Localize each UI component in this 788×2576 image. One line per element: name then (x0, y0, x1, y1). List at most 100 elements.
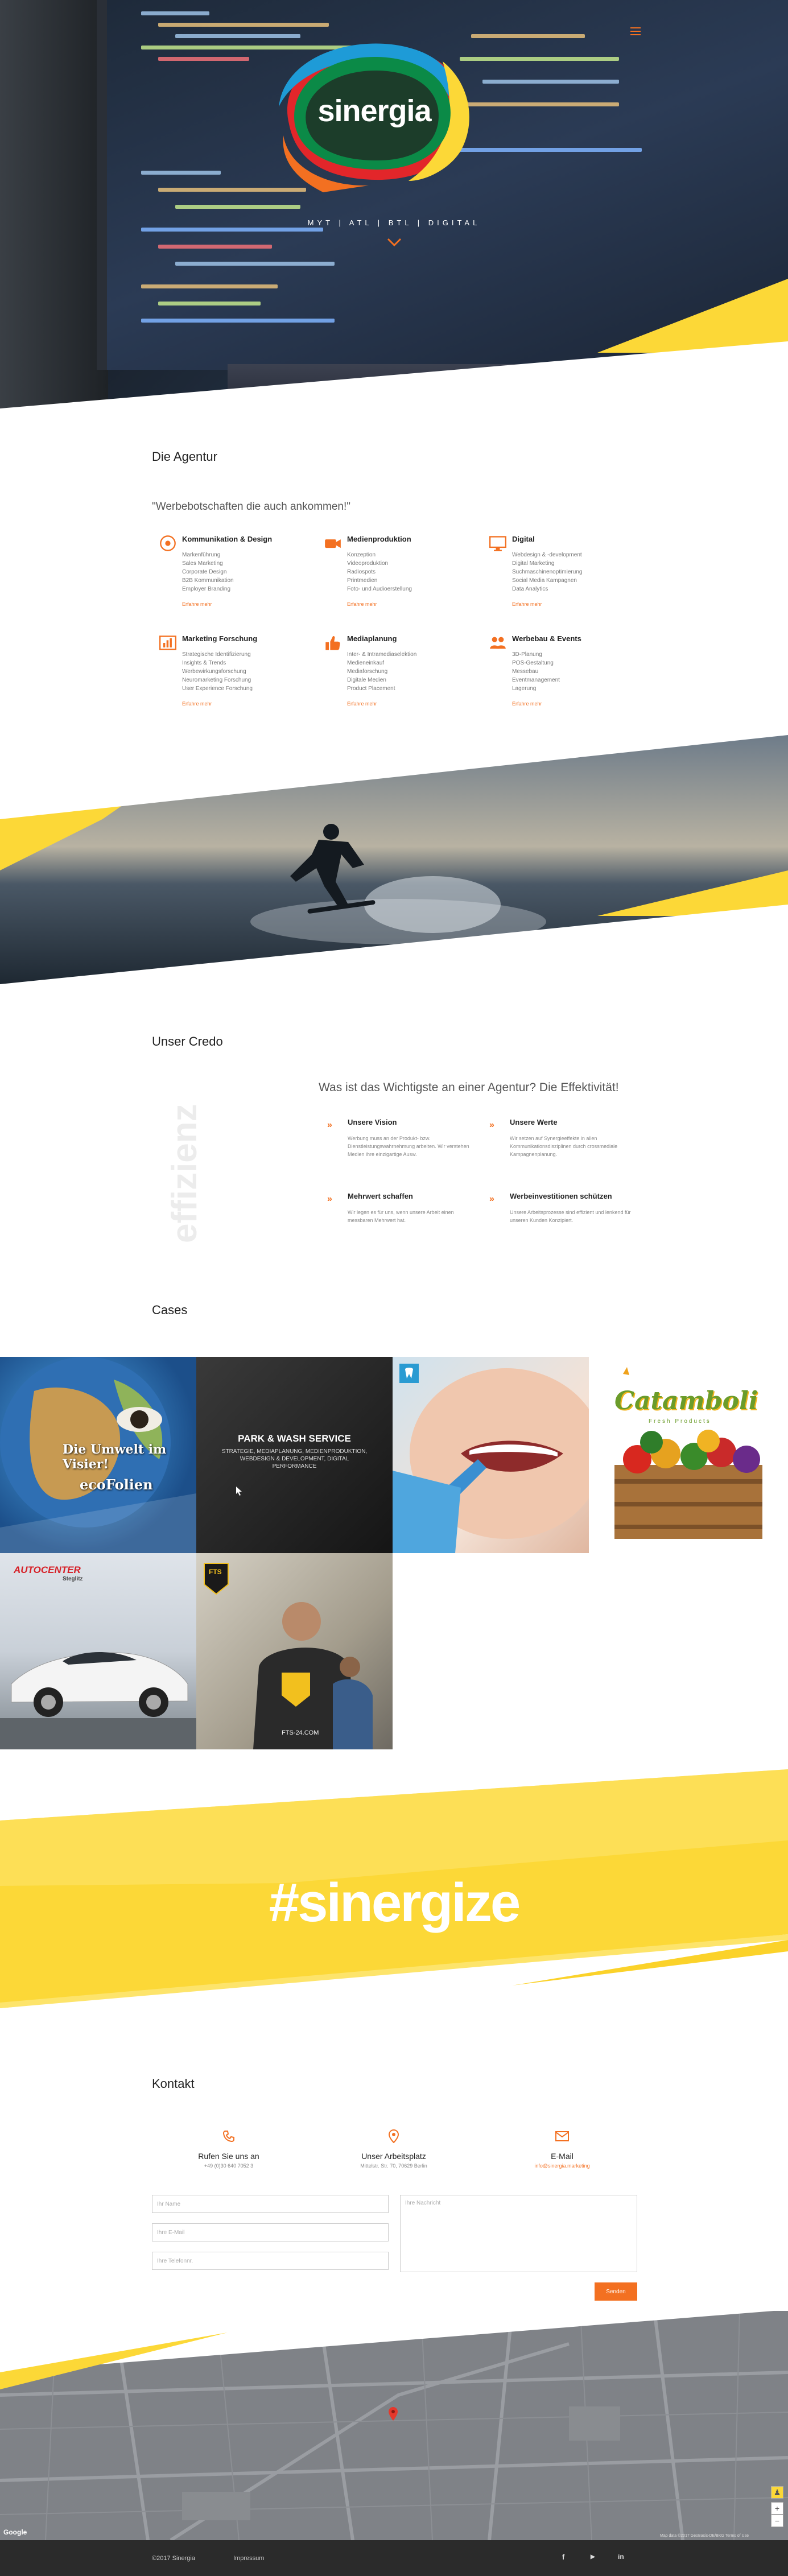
email-field[interactable] (152, 2223, 389, 2241)
facebook-icon[interactable]: f (562, 2553, 564, 2561)
service-item: User Experience Forschung (182, 686, 253, 692)
case-ecofolien-brand: ecoFolien (80, 1476, 153, 1493)
service-title: Marketing Forschung (182, 634, 258, 643)
service-item: Insights & Trends (182, 660, 226, 666)
service-item: Inter- & Intramediaselektion (347, 651, 417, 658)
kontakt-title: Kontakt (152, 2077, 195, 2091)
case-fts[interactable]: FTS FTS-24.COM (196, 1553, 393, 1749)
service-list: Markenführung Sales Marketing Corporate De… (182, 551, 307, 593)
contact-address-value: Mittelstr. Str. 70, 70629 Berlin (360, 2163, 427, 2169)
chevron-down-icon[interactable] (387, 238, 402, 247)
service-item: Messebau (512, 668, 539, 675)
map-terms[interactable]: Map data ©2017 GeoBasis-DE/BKG Terms of … (660, 2534, 749, 2538)
service-more-link[interactable]: Erfahre mehr (182, 601, 307, 607)
service-item: Videoproduktion (347, 560, 389, 567)
service-card: Mediaplanung Inter- & Intramediaselektion… (324, 634, 472, 707)
credo-value-text: Werbung muss an der Produkt- bzw. Dienst… (348, 1136, 469, 1157)
service-more-link[interactable]: Erfahre mehr (347, 701, 472, 707)
thumbs-up-icon (325, 636, 340, 650)
map-pin-icon (388, 2129, 399, 2143)
service-card: Kommunikation & Design Markenführung Sales… (159, 535, 307, 607)
service-list: Webdesign & -development Digital Marketin… (512, 551, 637, 593)
case-autocenter[interactable]: AUTOCENTER Steglitz (0, 1553, 196, 1749)
service-item: Digitale Medien (347, 677, 386, 683)
service-item: Eventmanagement (512, 677, 560, 683)
service-more-link[interactable]: Erfahre mehr (512, 701, 637, 707)
street-view-icon[interactable]: ♟ (771, 2486, 783, 2499)
sports-car-image (0, 1652, 196, 1749)
double-chevron-icon: » (327, 1194, 332, 1204)
service-title: Mediaplanung (347, 634, 397, 643)
surfer-banner-image (0, 734, 788, 984)
people-icon (490, 637, 506, 649)
service-item: Social Media Kampagnen (512, 577, 577, 584)
contact-address[interactable]: Unser Arbeitsplatz Mittelstr. Str. 70, 7… (325, 2128, 462, 2169)
zoom-out-button[interactable]: − (771, 2515, 783, 2527)
fts-team-image (204, 1563, 373, 1749)
case-fts-url: FTS-24.COM (282, 1729, 319, 1736)
service-card: Marketing Forschung Strategische Identifi… (159, 634, 307, 707)
case-park-wash-services: STRATEGIE, MEDIAPLANUNG, MEDIENPRODUKTIO… (221, 1448, 368, 1469)
case-ecofolien[interactable]: Die Umwelt im Visier! ecoFolien (0, 1357, 196, 1553)
contact-phone[interactable]: Rufen Sie uns an +49 (0)30 640 7052 3 (160, 2128, 297, 2169)
service-item: 3D-Planung (512, 651, 542, 658)
service-item: Sales Marketing (182, 560, 223, 567)
service-item: Product Placement (347, 686, 395, 692)
footer: ©2017 Sinergia Impressum f ▶ in (0, 2540, 788, 2576)
map-zoom-control[interactable]: ♟ + − (771, 2486, 783, 2527)
service-item: Werbewirkungsforschung (182, 668, 246, 675)
contact-email[interactable]: E-Mail info@sinergia.marketing (494, 2128, 630, 2169)
brand-name: sinergia (317, 94, 431, 128)
linkedin-icon[interactable]: in (618, 2553, 624, 2561)
service-item: Suchmaschinenoptimierung (512, 569, 583, 575)
contact-email-title: E-Mail (551, 2152, 574, 2161)
service-list: 3D-Planung POS-Gestaltung Messebau Eventman… (512, 650, 637, 693)
bar-chart-icon (159, 635, 176, 650)
map-marker-icon[interactable] (388, 2406, 398, 2421)
service-item: Webdesign & -development (512, 552, 582, 558)
service-item: B2B Kommunikation (182, 577, 234, 584)
send-button[interactable]: Senden (595, 2282, 637, 2301)
case-zahnarzt[interactable] (393, 1357, 589, 1553)
service-item: POS-Gestaltung (512, 660, 554, 666)
case-catamboli[interactable]: Catamboli Fresh Products (592, 1357, 788, 1553)
phone-icon (222, 2131, 234, 2142)
credo-value-title: Unsere Werte (510, 1118, 558, 1126)
case-fts-brand: FTS (209, 1568, 222, 1576)
credo-value: » Unsere Werte Wir setzen auf Synergieeffe… (489, 1118, 632, 1158)
hamburger-menu-icon[interactable] (630, 27, 641, 35)
service-title: Kommunikation & Design (182, 535, 273, 543)
phone-field[interactable] (152, 2252, 389, 2270)
google-map[interactable] (0, 2310, 788, 2540)
service-item: Radiospots (347, 569, 376, 575)
youtube-icon[interactable]: ▶ (591, 2554, 595, 2560)
credo-value-text: Wir legen es für uns, wenn unsere Arbeit… (348, 1209, 454, 1223)
service-item: Foto- und Audioerstellung (347, 586, 412, 592)
service-card: Werbebau & Events 3D-Planung POS-Gestaltun… (489, 634, 637, 707)
credo-value-text: Unsere Arbeitsprozesse sind effizient un… (510, 1209, 631, 1223)
impressum-link[interactable]: Impressum (233, 2555, 264, 2562)
case-park-wash-title: PARK & WASH SERVICE (238, 1433, 351, 1444)
contact-phone-title: Rufen Sie uns an (198, 2152, 259, 2161)
service-more-link[interactable]: Erfahre mehr (182, 701, 307, 707)
name-field[interactable] (152, 2195, 389, 2213)
double-chevron-icon: » (489, 1194, 494, 1204)
credo-value: » Unsere Vision Werbung muss an der Produk… (327, 1118, 469, 1158)
sinergia-logo[interactable]: sinergia (272, 39, 477, 192)
service-item: Digital Marketing (512, 560, 555, 567)
credo-value-title: Werbeinvestitionen schützen (510, 1192, 612, 1200)
dental-image (393, 1364, 589, 1553)
monitor-icon (489, 536, 506, 551)
case-park-wash[interactable]: PARK & WASH SERVICE STRATEGIE, MEDIAPLAN… (196, 1357, 393, 1553)
service-list: Inter- & Intramediaselektion Medieneinkau… (347, 650, 472, 693)
credo-value-title: Mehrwert schaffen (348, 1192, 413, 1200)
service-more-link[interactable]: Erfahre mehr (347, 601, 472, 607)
map-tiles (0, 2310, 788, 2540)
svg-text:effizienz: effizienz (165, 1104, 204, 1243)
zoom-in-button[interactable]: + (771, 2502, 783, 2515)
case-autocenter-sub: Steglitz (63, 1576, 83, 1582)
case-catamboli-brand: Catamboli (614, 1386, 758, 1415)
service-item: Employer Branding (182, 586, 231, 592)
message-field[interactable] (400, 2195, 637, 2272)
service-more-link[interactable]: Erfahre mehr (512, 601, 637, 607)
